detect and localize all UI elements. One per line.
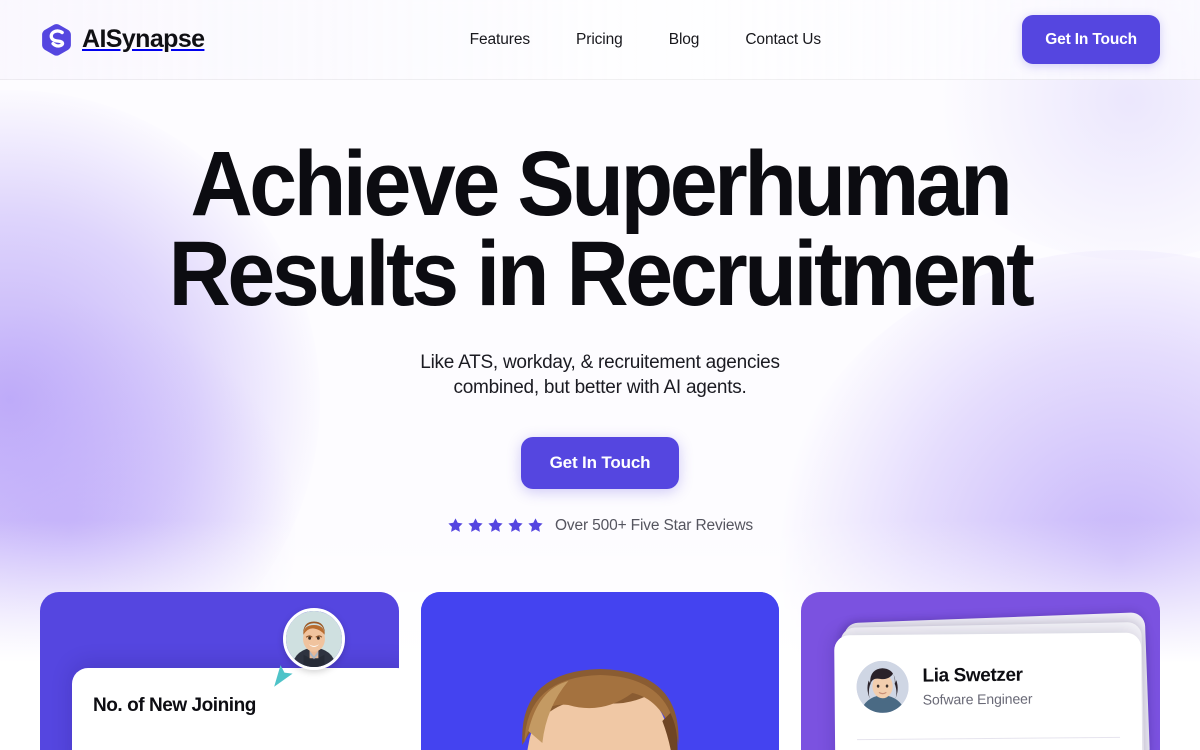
profile-name: Lia Swetzer (922, 664, 1024, 687)
new-joining-panel: No. of New Joining (72, 668, 399, 750)
star-rating (447, 517, 544, 534)
candidate-portrait-photo-icon (420, 592, 780, 750)
landing-page: AISynapse Features Pricing Blog Contact … (0, 0, 1200, 750)
cursor-pointer-icon (271, 662, 297, 688)
feature-cards-strip: No. of New Joining Lia Swetzer Sofware E… (40, 592, 1161, 750)
star-filled-icon (487, 517, 504, 534)
profile-identity-text: Lia Swetzer Sofware Engineer (923, 665, 1033, 708)
hero-headline-line-1: Achieve Superhuman (190, 133, 1012, 235)
hero-subtitle-line-2: combined, but better with AI agents. (453, 377, 747, 399)
hero-section: Achieve Superhuman Results in Recruitmen… (0, 80, 1200, 535)
primary-navigation: Features Pricing Blog Contact Us (406, 31, 821, 49)
profile-identity-row: Lia Swetzer Sofware Engineer (856, 660, 1033, 714)
site-header: AISynapse Features Pricing Blog Contact … (0, 0, 1200, 80)
new-joining-title: No. of New Joining (93, 695, 256, 716)
profile-card-stack: Lia Swetzer Sofware Engineer (834, 612, 1151, 750)
nav-link-features[interactable]: Features (470, 31, 530, 49)
hero-subtitle-line-1: Like ATS, workday, & recruitement agenci… (420, 352, 780, 374)
brand-logo-link[interactable]: AISynapse (40, 23, 205, 56)
star-filled-icon (527, 517, 544, 534)
reviews-rating-text: Over 500+ Five Star Reviews (555, 516, 753, 534)
profile-card-divider (857, 736, 1121, 741)
star-filled-icon (447, 517, 464, 534)
star-filled-icon (507, 517, 524, 534)
hero-get-in-touch-button[interactable]: Get In Touch (520, 436, 680, 489)
star-filled-icon (467, 517, 484, 534)
reviews-rating: Over 500+ Five Star Reviews (0, 517, 1200, 535)
user-avatar-photo-icon (856, 660, 910, 714)
hero-subtitle: Like ATS, workday, & recruitement agenci… (0, 350, 1200, 400)
header-get-in-touch-button[interactable]: Get In Touch (1022, 15, 1160, 64)
profile-role: Sofware Engineer (922, 690, 1033, 708)
nav-link-contact-us[interactable]: Contact Us (745, 31, 821, 49)
card-candidate-profile[interactable]: Lia Swetzer Sofware Engineer (801, 592, 1161, 750)
aisynapse-hexagon-s-logo-icon (40, 23, 73, 56)
user-avatar-photo-icon (282, 608, 345, 670)
nav-link-pricing[interactable]: Pricing (576, 31, 623, 49)
hero-headline: Achieve Superhuman Results in Recruitmen… (39, 133, 1161, 325)
card-candidate-portrait[interactable] (420, 592, 780, 750)
hero-headline-line-2: Results in Recruitment (168, 222, 1035, 325)
card-new-joining[interactable]: No. of New Joining (40, 592, 399, 750)
brand-name: AISynapse (82, 25, 205, 53)
nav-link-blog[interactable]: Blog (669, 31, 700, 49)
profile-card-front: Lia Swetzer Sofware Engineer (834, 632, 1143, 750)
